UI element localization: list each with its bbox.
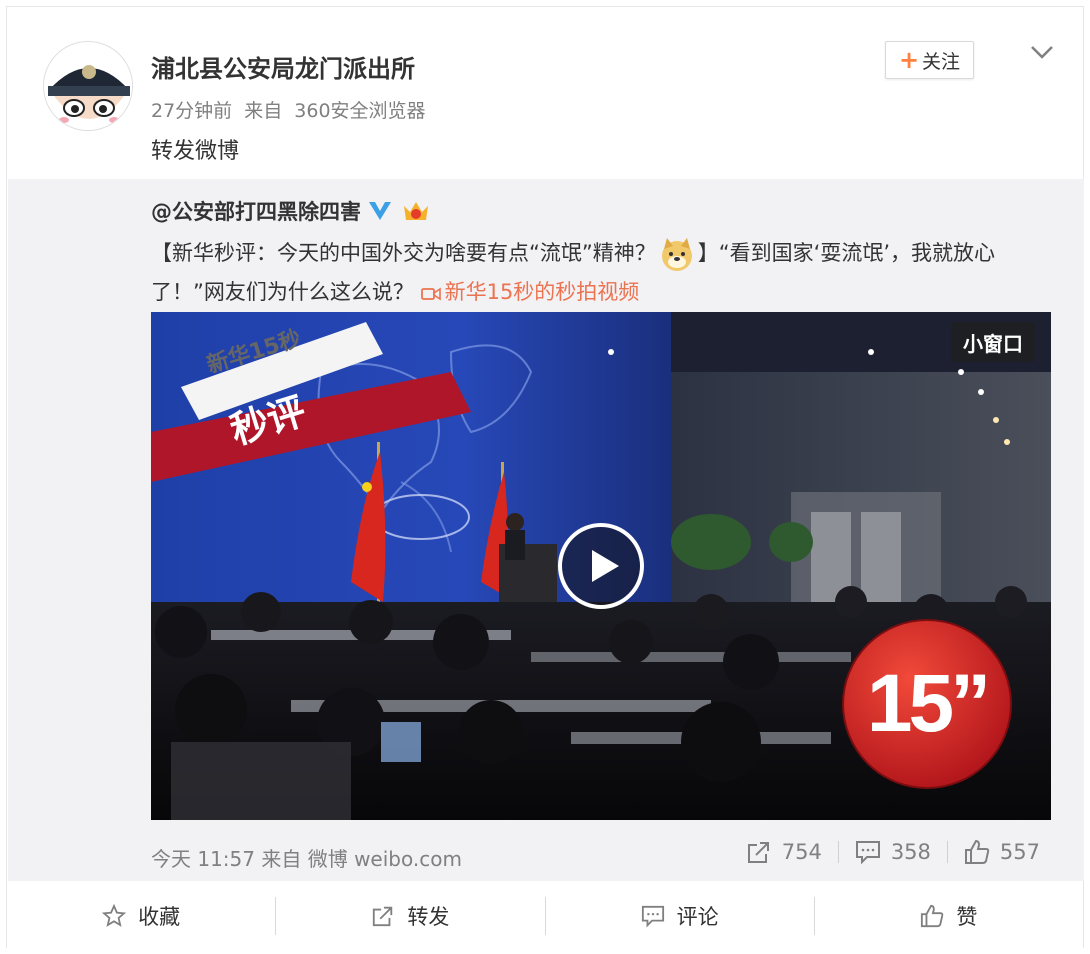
original-post-time[interactable]: 今天 11:57 xyxy=(151,847,255,871)
author-avatar[interactable] xyxy=(43,41,133,131)
vip-crown-icon xyxy=(404,202,428,220)
fifteen-seconds-badge: 15” xyxy=(841,618,1013,790)
video-link-label: 新华15秒的秒拍视频 xyxy=(444,280,640,304)
original-author[interactable]: @公安部打四黑除四害 xyxy=(151,196,361,226)
video-link[interactable]: 新华15秒的秒拍视频 xyxy=(420,280,640,304)
verified-v-icon xyxy=(369,202,391,220)
follow-label: 关注 xyxy=(922,50,961,73)
favorite-label: 收藏 xyxy=(138,905,181,929)
thumbs-up-icon xyxy=(964,839,990,864)
original-post-stats: 754 358 557 xyxy=(730,839,1056,865)
plus-icon: + xyxy=(898,46,920,74)
original-source-prefix: 来自 xyxy=(261,847,302,871)
video-player[interactable]: 新华15秒 秒评 小窗口 15” xyxy=(151,312,1051,820)
comment-icon xyxy=(641,905,664,928)
action-bar: 收藏 转发 评论 赞 xyxy=(7,883,1083,949)
share-icon xyxy=(747,842,769,863)
comment-label: 评论 xyxy=(676,905,719,929)
post-time[interactable]: 27分钟前 xyxy=(151,100,232,122)
author-name[interactable]: 浦北县公安局龙门派出所 xyxy=(151,49,415,84)
like-button[interactable]: 赞 xyxy=(815,901,1083,931)
video-camera-icon xyxy=(420,287,441,301)
original-author-row: @公安部打四黑除四害 xyxy=(151,196,431,226)
source-prefix: 来自 xyxy=(244,100,283,122)
mini-window-button[interactable]: 小窗口 xyxy=(951,322,1035,362)
original-text-part1: 【新华秒评：今天的中国外交为啥要有点“流氓”精神？ xyxy=(151,241,656,265)
star-icon xyxy=(102,904,127,927)
follow-button[interactable]: + 关注 xyxy=(885,41,974,79)
like-count-link[interactable]: 557 xyxy=(948,839,1056,865)
weibo-post-card: 浦北县公安局龙门派出所 27分钟前 来自 360安全浏览器 转发微博 + 关注 … xyxy=(6,6,1084,949)
repost-label: 转发 xyxy=(407,905,450,929)
repost-count-link[interactable]: 754 xyxy=(730,839,838,865)
comment-count-link[interactable]: 358 xyxy=(839,839,947,865)
badge-text: 15” xyxy=(866,658,991,749)
like-count: 557 xyxy=(999,840,1040,864)
repost-count: 754 xyxy=(781,840,822,864)
original-post-source[interactable]: 微博 weibo.com xyxy=(308,847,462,871)
thumbs-up-icon xyxy=(921,904,944,928)
reposted-content: @公安部打四黑除四害 【新华秒评：今天的中国外交为啥要有点“流氓”精神？ 】“看… xyxy=(8,179,1084,881)
chevron-down-icon[interactable] xyxy=(1027,37,1057,67)
police-cartoon-avatar-icon xyxy=(44,42,132,130)
doge-emoji-icon xyxy=(661,238,692,271)
comment-count: 358 xyxy=(890,840,931,864)
post-source[interactable]: 360安全浏览器 xyxy=(294,100,425,122)
repost-button[interactable]: 转发 xyxy=(276,901,544,931)
share-icon xyxy=(373,906,393,927)
post-text: 转发微博 xyxy=(151,139,240,164)
original-post-footer: 今天 11:57 来自 微博 weibo.com xyxy=(151,843,462,872)
comment-icon xyxy=(855,841,880,865)
like-label: 赞 xyxy=(956,905,978,929)
post-meta: 27分钟前 来自 360安全浏览器 xyxy=(151,96,432,123)
comment-button[interactable]: 评论 xyxy=(546,901,814,931)
original-post-text: 【新华秒评：今天的中国外交为啥要有点“流氓”精神？ 】“看到国家‘耍流氓’，我就… xyxy=(151,234,1051,311)
favorite-button[interactable]: 收藏 xyxy=(7,901,275,931)
play-icon[interactable] xyxy=(557,522,645,610)
